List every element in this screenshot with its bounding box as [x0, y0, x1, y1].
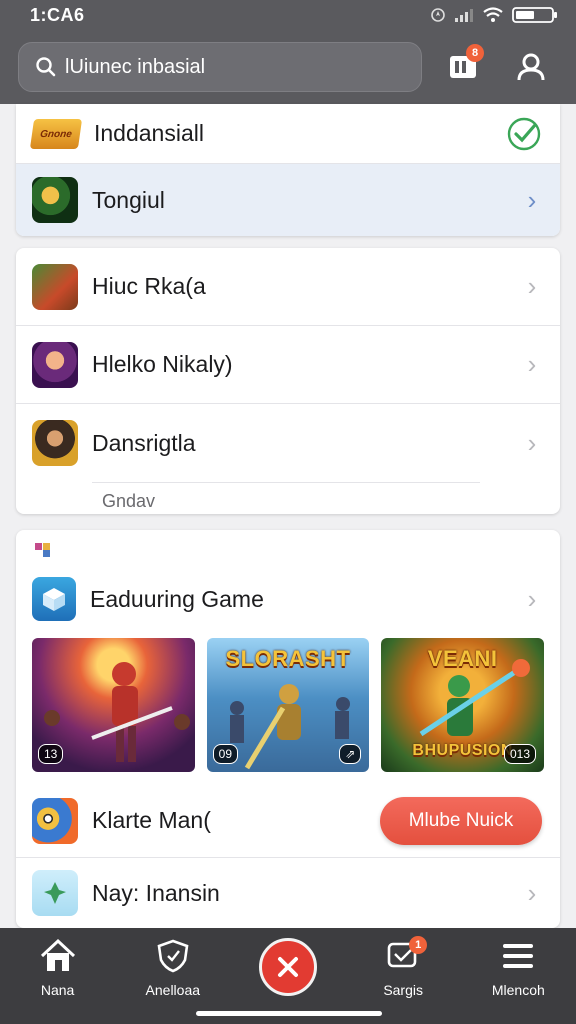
game-tile[interactable]: VEANI BHUPUSION 013 — [381, 638, 545, 772]
section-header — [16, 530, 560, 570]
chevron-right-icon: › — [527, 877, 537, 908]
tile-count: 13 — [38, 744, 64, 764]
game-thumbnail — [32, 797, 78, 844]
list-item[interactable]: Dansrigtla › — [16, 404, 560, 482]
bottom-nav: Nana Anelloaa 1 Sargis Mlencoh — [0, 928, 576, 1024]
search-icon — [36, 57, 56, 77]
game-thumbnail — [32, 177, 78, 223]
nav-label: Nana — [40, 982, 75, 998]
nav-shield[interactable]: Anelloaa — [123, 938, 223, 998]
list-item[interactable]: Hiuc Rka(a › — [16, 248, 560, 326]
top-header: 1:CA6 8 — [0, 0, 576, 104]
nav-center-action[interactable] — [238, 938, 338, 996]
leaf-icon — [44, 882, 66, 904]
chevron-right-icon: › — [527, 184, 537, 215]
top-card: Gnone Inddansiall Tongiul › — [16, 104, 560, 236]
chevron-right-icon: › — [527, 349, 537, 379]
user-icon — [517, 53, 545, 81]
game-thumbnail — [32, 420, 78, 466]
list-item[interactable]: Nay: Inansin › — [16, 858, 560, 928]
location-icon — [431, 8, 445, 22]
featured-games-header[interactable]: Eaduuring Game › — [16, 570, 560, 628]
item-label: Hlelko Nikaly) — [92, 351, 233, 377]
notification-badge: 8 — [466, 44, 484, 62]
games-card: Eaduuring Game › 13 SLORASHT 09 ⇗ VEANI … — [16, 530, 560, 928]
featured-game-row[interactable]: Klarte Man( Mlube Nuick — [16, 784, 560, 858]
signal-icon — [455, 9, 473, 22]
game-thumbnail — [32, 870, 78, 916]
game-thumbnail — [32, 341, 78, 388]
games-list-card: Hiuc Rka(a › Hlelko Nikaly) › Dansrigtla… — [16, 248, 560, 514]
notifications-button[interactable]: 8 — [436, 42, 490, 92]
item-label: Tongiul — [92, 186, 165, 213]
item-label: Klarte Man( — [92, 807, 211, 833]
profile-button[interactable] — [504, 42, 558, 92]
play-button[interactable]: Mlube Nuick — [380, 796, 542, 845]
tile-count: 09 — [212, 744, 239, 764]
tile-title: VEANI — [427, 646, 498, 671]
game-tile[interactable]: SLORASHT 09 ⇗ — [206, 638, 370, 772]
section-title: Eaduuring Game — [90, 585, 264, 612]
search-input[interactable] — [65, 55, 405, 79]
list-item[interactable]: Hlelko Nikaly) › — [16, 326, 560, 404]
home-indicator — [196, 1011, 382, 1016]
status-time: 1:CA6 — [30, 4, 85, 25]
game-thumbnail — [32, 263, 78, 310]
nav-menu[interactable]: Mlencoh — [468, 938, 568, 998]
game-tile[interactable]: 13 — [32, 638, 195, 772]
tile-title: SLORASHT — [225, 646, 351, 671]
item-label: Hiuc Rka(a — [92, 273, 206, 299]
item-label: Nay: Inansin — [92, 879, 220, 906]
nav-label: Mlencoh — [491, 982, 545, 998]
app-icon — [32, 577, 76, 621]
tile-count: 013 — [503, 744, 537, 764]
nav-label: Anelloaa — [145, 982, 201, 998]
list-item[interactable]: Gnone Inddansiall — [16, 104, 560, 164]
list-item-selected[interactable]: Tongiul › — [16, 164, 560, 236]
status-icons — [430, 6, 558, 24]
check-icon — [507, 117, 541, 150]
home-icon — [40, 938, 75, 971]
chevron-right-icon: › — [527, 427, 537, 458]
nav-messages[interactable]: 1 Sargis — [353, 936, 453, 998]
app-logo: Gnone — [29, 118, 83, 149]
box-icon — [43, 588, 65, 611]
search-bar[interactable] — [18, 42, 422, 92]
close-icon — [277, 957, 298, 977]
puzzle-icon — [35, 543, 50, 557]
item-label: Inddansiall — [94, 120, 204, 146]
item-label: Dansrigtla — [92, 429, 196, 456]
messages-badge: 1 — [409, 936, 428, 954]
chevron-right-icon: › — [527, 271, 537, 301]
wifi-icon — [483, 7, 503, 22]
chevron-right-icon: › — [527, 583, 537, 614]
tile-share-icon: ⇗ — [339, 744, 362, 764]
shield-icon — [157, 939, 189, 973]
menu-icon — [503, 944, 534, 968]
nav-label: Sargis — [383, 982, 423, 998]
list-footer: Gndav — [102, 491, 156, 511]
close-button[interactable] — [258, 938, 317, 996]
battery-icon — [512, 7, 557, 23]
game-tiles: 13 SLORASHT 09 ⇗ VEANI BHUPUSION 013 — [16, 628, 560, 784]
status-bar: 1:CA6 — [0, 0, 576, 30]
nav-home[interactable]: Nana — [8, 938, 108, 998]
